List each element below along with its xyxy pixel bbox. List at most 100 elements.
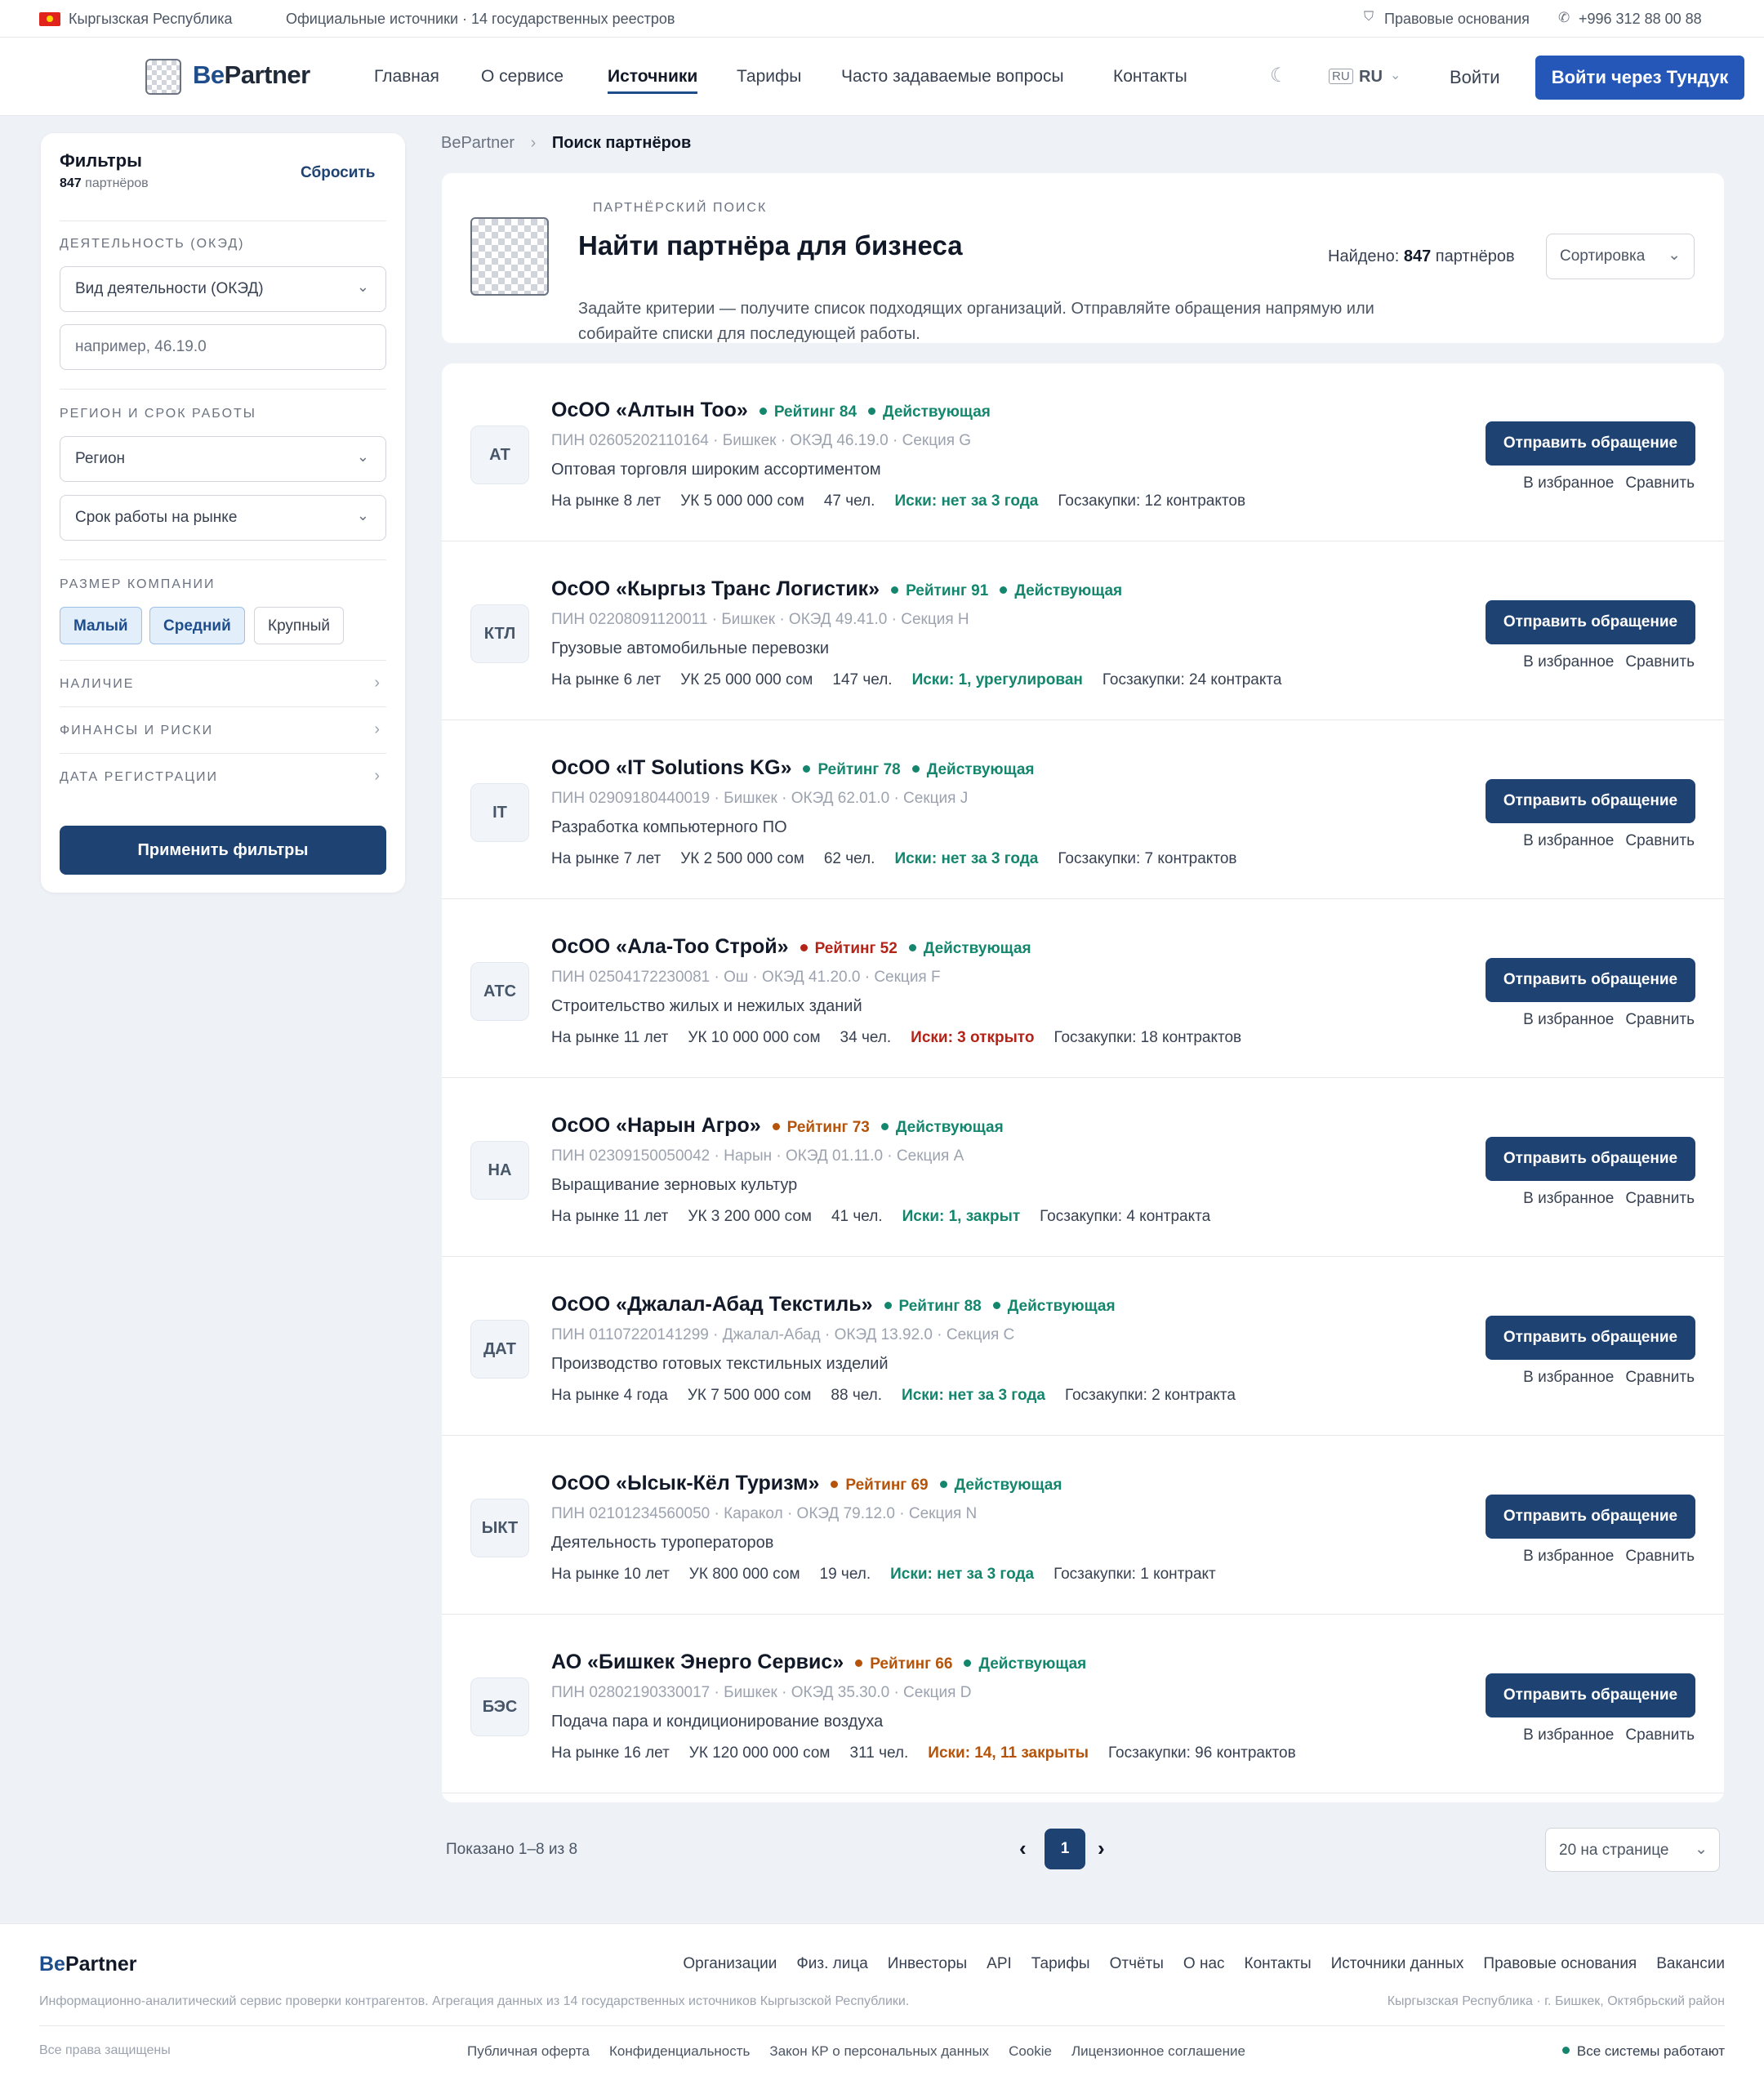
footer-link-organizations[interactable]: Организации: [683, 1955, 777, 1972]
company-name[interactable]: АО «Бишкек Энерго Сервис» Рейтинг 66 Дейст…: [551, 1651, 1086, 1674]
okved-code-input[interactable]: например, 46.19.0: [60, 324, 386, 370]
company-card[interactable]: ЫКТ ОсОО «Ысык-Кёл Туризм» Рейтинг 69 Дейст…: [442, 1437, 1724, 1615]
nav-contacts[interactable]: Контакты: [1113, 67, 1187, 87]
add-favorite-link[interactable]: В избранное: [1523, 1369, 1614, 1386]
footer-link-investors[interactable]: Инвесторы: [888, 1955, 967, 1972]
footer-link-legal[interactable]: Правовые основания: [1483, 1955, 1637, 1972]
send-request-button[interactable]: Отправить обращение: [1486, 600, 1695, 644]
company-card[interactable]: ДАТ ОсОО «Джалал-Абад Текстиль» Рейтинг 88…: [442, 1258, 1724, 1436]
company-activity: Подача пара и кондиционирование воздуха: [551, 1713, 884, 1731]
compare-link[interactable]: Сравнить: [1625, 1369, 1695, 1386]
filters-title: Фильтры: [60, 150, 142, 171]
send-request-button[interactable]: Отправить обращение: [1486, 779, 1695, 823]
compare-link[interactable]: Сравнить: [1625, 1726, 1695, 1744]
add-favorite-link[interactable]: В избранное: [1523, 1011, 1614, 1028]
send-request-button[interactable]: Отправить обращение: [1486, 1673, 1695, 1717]
footer-link-personal-data-law[interactable]: Закон КР о персональных данных: [769, 2043, 989, 2059]
chevron-down-icon: ⌄: [1668, 247, 1681, 264]
nav-about[interactable]: О сервисе: [481, 67, 564, 87]
compare-link[interactable]: Сравнить: [1625, 1548, 1695, 1565]
company-card[interactable]: АТС ОсОО «Ала-Тоо Строй» Рейтинг 52 Действу…: [442, 900, 1724, 1078]
company-name[interactable]: ОсОО «Ысык-Кёл Туризм» Рейтинг 69 Действую…: [551, 1472, 1062, 1495]
company-card[interactable]: IT ОсОО «IT Solutions KG» Рейтинг 78 Действ…: [442, 721, 1724, 899]
nav-home[interactable]: Главная: [374, 67, 439, 87]
footer-link-offer[interactable]: Публичная оферта: [467, 2043, 590, 2059]
tenders-info: Госзакупки: 7 контрактов: [1058, 850, 1237, 867]
add-favorite-link[interactable]: В избранное: [1523, 832, 1614, 849]
footer-logo[interactable]: BePartner: [39, 1953, 137, 1976]
footer-link-api[interactable]: API: [987, 1955, 1012, 1972]
company-name[interactable]: ОсОО «Кыргыз Транс Логистик» Рейтинг 91 Де…: [551, 577, 1122, 601]
company-card[interactable]: БЭС АО «Бишкек Энерго Сервис» Рейтинг 66 Де…: [442, 1615, 1724, 1793]
footer-link-contacts[interactable]: Контакты: [1245, 1955, 1312, 1972]
charter-capital: УК 800 000 сом: [688, 1566, 800, 1583]
company-name[interactable]: ОсОО «Джалал-Абад Текстиль» Рейтинг 88 Дей…: [551, 1293, 1116, 1316]
add-favorite-link[interactable]: В избранное: [1523, 1726, 1614, 1744]
chevron-left-icon[interactable]: ‹: [1019, 1836, 1027, 1861]
add-favorite-link[interactable]: В избранное: [1523, 653, 1614, 670]
compare-link[interactable]: Сравнить: [1625, 832, 1695, 849]
add-favorite-link[interactable]: В избранное: [1523, 1190, 1614, 1207]
footer-link-reports[interactable]: Отчёты: [1110, 1955, 1164, 1972]
company-card[interactable]: АТ ОсОО «Алтын Тоо» Рейтинг 84 Действующая П…: [442, 363, 1724, 541]
legal-link[interactable]: Правовые основания: [1384, 11, 1530, 28]
size-chip-small[interactable]: Малый: [60, 607, 142, 644]
rating-dot-icon: [800, 944, 808, 951]
language-select[interactable]: RU: [1359, 68, 1383, 87]
send-request-button[interactable]: Отправить обращение: [1486, 1137, 1695, 1181]
reset-filters-button[interactable]: Сбросить: [301, 164, 375, 182]
region-select[interactable]: Регион ⌄: [60, 436, 386, 482]
accordion-registration-date[interactable]: ДАТА РЕГИСТРАЦИИ ›: [60, 753, 386, 799]
footer-link-data-sources[interactable]: Источники данных: [1331, 1955, 1464, 1972]
breadcrumb-root[interactable]: BePartner: [441, 134, 514, 152]
phone-link[interactable]: +996 312 88 00 88: [1579, 11, 1702, 28]
send-request-button[interactable]: Отправить обращение: [1486, 1316, 1695, 1360]
nav-faq[interactable]: Часто задаваемые вопросы: [841, 67, 1064, 87]
company-name[interactable]: ОсОО «Ала-Тоо Строй» Рейтинг 52 Действующа…: [551, 935, 1031, 959]
login-link[interactable]: Войти: [1450, 67, 1500, 88]
company-name[interactable]: ОсОО «Алтын Тоо» Рейтинг 84 Действующая: [551, 399, 991, 422]
tenders-info: Госзакупки: 12 контрактов: [1058, 492, 1246, 510]
send-request-button[interactable]: Отправить обращение: [1486, 1495, 1695, 1539]
footer-link-license[interactable]: Лицензионное соглашение: [1071, 2043, 1245, 2059]
company-name[interactable]: ОсОО «Нарын Агро» Рейтинг 73 Действующая: [551, 1114, 1004, 1138]
page-button-current[interactable]: 1: [1045, 1829, 1085, 1869]
compare-link[interactable]: Сравнить: [1625, 653, 1695, 670]
footer-link-about[interactable]: О нас: [1183, 1955, 1225, 1972]
add-favorite-link[interactable]: В избранное: [1523, 474, 1614, 492]
send-request-button[interactable]: Отправить обращение: [1486, 421, 1695, 466]
compare-link[interactable]: Сравнить: [1625, 474, 1695, 492]
compare-link[interactable]: Сравнить: [1625, 1011, 1695, 1028]
company-name[interactable]: ОсОО «IT Solutions KG» Рейтинг 78 Действую…: [551, 756, 1035, 780]
sort-select[interactable]: Сортировка ⌄: [1546, 234, 1695, 279]
compare-link[interactable]: Сравнить: [1625, 1190, 1695, 1207]
logo[interactable]: BePartner: [193, 60, 310, 90]
send-request-button[interactable]: Отправить обращение: [1486, 958, 1695, 1002]
market-term-select[interactable]: Срок работы на рынке ⌄: [60, 495, 386, 541]
footer-link-cookie[interactable]: Cookie: [1009, 2043, 1052, 2059]
logo-icon[interactable]: [145, 59, 181, 95]
size-chip-large[interactable]: Крупный: [254, 607, 344, 644]
footer-link-privacy[interactable]: Конфиденциальность: [609, 2043, 750, 2059]
company-card[interactable]: КТЛ ОсОО «Кыргыз Транс Логистик» Рейтинг 9…: [442, 542, 1724, 720]
accordion-finance[interactable]: ФИНАНСЫ И РИСКИ ›: [60, 706, 386, 752]
add-favorite-link[interactable]: В избранное: [1523, 1548, 1614, 1565]
status-dot-icon: [880, 1123, 889, 1130]
nav-pricing[interactable]: Тарифы: [737, 67, 801, 87]
company-card[interactable]: НА ОсОО «Нарын Агро» Рейтинг 73 Действующая…: [442, 1079, 1724, 1257]
footer-link-individuals[interactable]: Физ. лица: [796, 1955, 867, 1972]
footer-link-jobs[interactable]: Вакансии: [1656, 1955, 1725, 1972]
moon-icon[interactable]: ☾: [1270, 64, 1288, 87]
apply-filters-button[interactable]: Применить фильтры: [60, 826, 386, 875]
size-chip-medium[interactable]: Средний: [149, 607, 245, 644]
years-on-market: На рынке 6 лет: [551, 671, 662, 688]
accordion-availability[interactable]: НАЛИЧИЕ ›: [60, 660, 386, 706]
tunduk-login-button[interactable]: Войти через Тундук: [1535, 56, 1744, 100]
divider: [60, 559, 386, 560]
footer-link-pricing[interactable]: Тарифы: [1031, 1955, 1090, 1972]
chevron-right-icon[interactable]: ›: [1098, 1836, 1105, 1861]
activity-select[interactable]: Вид деятельности (ОКЭД) ⌄: [60, 266, 386, 312]
nav-sources[interactable]: Источники: [608, 67, 698, 94]
company-meta: ПИН 02101234560050 · Каракол · ОКЭД 79.1…: [551, 1505, 978, 1522]
per-page-select[interactable]: 20 на странице ⌄: [1545, 1828, 1720, 1872]
